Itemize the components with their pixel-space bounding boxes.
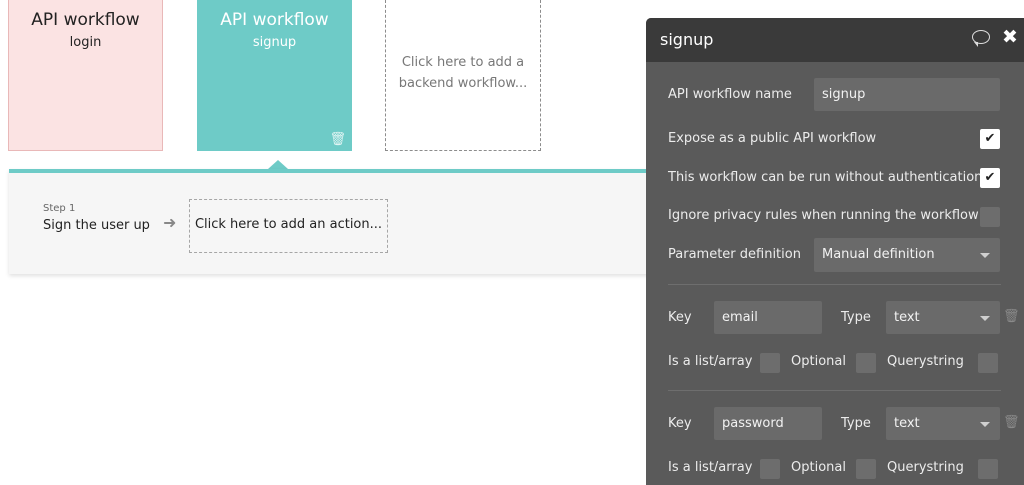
param-querystring-checkbox[interactable] [978, 353, 998, 373]
property-editor: signup ✖ API workflow name signup Expose… [646, 18, 1024, 485]
editor-header[interactable]: signup ✖ [646, 18, 1024, 62]
param-optional-checkbox[interactable] [856, 353, 876, 373]
comment-icon[interactable] [972, 30, 990, 47]
param-definition-label: Parameter definition [668, 247, 801, 262]
privacy-checkbox[interactable] [980, 207, 1000, 227]
trash-icon[interactable]: 🗑 [1003, 309, 1020, 324]
card-subtitle: login [69, 35, 102, 50]
param-key-label: Key [668, 416, 692, 431]
noauth-label: This workflow can be run without authent… [668, 170, 983, 185]
param-definition-value: Manual definition [822, 247, 935, 262]
add-card-line2: backend workflow... [398, 76, 528, 91]
param-type-value: text [894, 416, 920, 431]
workflow-card-signup[interactable]: API workflow signup 🗑 [197, 0, 352, 151]
param-definition-dropdown[interactable]: Manual definition [814, 238, 1000, 272]
step-name[interactable]: Sign the user up [43, 218, 150, 233]
param-querystring-label: Querystring [887, 460, 964, 475]
param-querystring-checkbox[interactable] [978, 459, 998, 479]
add-card-line1: Click here to add a [401, 55, 525, 70]
param-list-label: Is a list/array [668, 354, 753, 369]
param-type-label: Type [841, 310, 871, 325]
canvas: API workflow login API workflow signup 🗑… [0, 0, 1024, 485]
param-type-dropdown[interactable]: text [886, 301, 1000, 334]
chevron-down-icon [980, 253, 990, 258]
param-list-label: Is a list/array [668, 460, 753, 475]
param-querystring-label: Querystring [887, 354, 964, 369]
check-icon: ✔ [984, 131, 996, 146]
param-key-label: Key [668, 310, 692, 325]
step-number: Step 1 [43, 203, 76, 214]
editor-title: signup [660, 30, 714, 49]
trash-icon[interactable]: 🗑 [329, 132, 346, 147]
close-icon[interactable]: ✖ [1002, 26, 1018, 48]
param-type-value: text [894, 310, 920, 325]
arrow-right-icon: ➜ [163, 213, 177, 232]
chevron-down-icon [980, 421, 990, 427]
expose-checkbox[interactable]: ✔ [980, 129, 1000, 149]
noauth-checkbox[interactable]: ✔ [980, 168, 1000, 188]
divider [668, 284, 1001, 285]
param-list-checkbox[interactable] [760, 459, 780, 479]
divider [668, 390, 1001, 391]
param-optional-label: Optional [791, 354, 846, 369]
privacy-label: Ignore privacy rules when running the wo… [668, 208, 979, 223]
add-action-button[interactable]: Click here to add an action... [189, 199, 388, 253]
workflow-steps-panel: Step 1 Sign the user up ➜ Click here to … [9, 169, 669, 274]
workflow-name-input[interactable]: signup [814, 78, 1000, 111]
param-list-checkbox[interactable] [760, 353, 780, 373]
add-backend-workflow-button[interactable]: Click here to add a backend workflow... [385, 0, 541, 151]
expose-label: Expose as a public API workflow [668, 131, 877, 146]
workflow-name-label: API workflow name [668, 87, 792, 102]
card-title: API workflow [220, 10, 329, 30]
param-optional-checkbox[interactable] [856, 459, 876, 479]
card-title: API workflow [31, 10, 140, 30]
card-subtitle: signup [252, 35, 297, 50]
param-key-input[interactable]: password [714, 407, 822, 440]
param-key-input[interactable]: email [714, 301, 822, 334]
param-optional-label: Optional [791, 460, 846, 475]
workflow-card-login[interactable]: API workflow login [8, 0, 163, 151]
chevron-down-icon [980, 315, 990, 321]
param-type-dropdown[interactable]: text [886, 407, 1000, 440]
trash-icon[interactable]: 🗑 [1003, 415, 1020, 430]
selected-card-pointer [268, 160, 288, 169]
param-type-label: Type [841, 416, 871, 431]
check-icon: ✔ [984, 170, 996, 185]
